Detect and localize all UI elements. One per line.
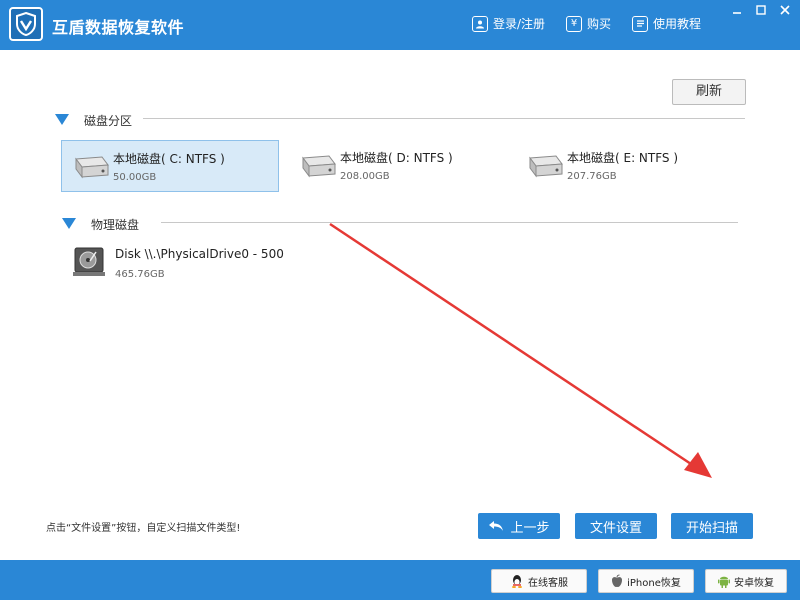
- bottom-bar: 在线客服 iPhone恢复 安卓恢复: [0, 560, 800, 600]
- hint-text: 点击“文件设置”按钮，自定义扫描文件类型!: [46, 523, 241, 534]
- iphone-recovery-label: iPhone恢复: [627, 577, 681, 589]
- online-service-button[interactable]: 在线客服: [491, 569, 587, 593]
- iphone-recovery-button[interactable]: iPhone恢复: [598, 569, 694, 593]
- android-icon: [718, 576, 730, 588]
- start-scan-button[interactable]: 开始扫描: [671, 513, 753, 539]
- qq-penguin-icon: [512, 575, 522, 588]
- back-label: 上一步: [510, 520, 550, 536]
- file-settings-button[interactable]: 文件设置: [575, 513, 657, 539]
- back-arrow-icon: [489, 521, 504, 531]
- annotation-arrow: [329, 222, 712, 478]
- apple-icon: [612, 574, 623, 587]
- android-recovery-label: 安卓恢复: [734, 577, 774, 589]
- android-recovery-button[interactable]: 安卓恢复: [705, 569, 787, 593]
- back-button[interactable]: 上一步: [478, 513, 560, 539]
- online-service-label: 在线客服: [528, 577, 568, 589]
